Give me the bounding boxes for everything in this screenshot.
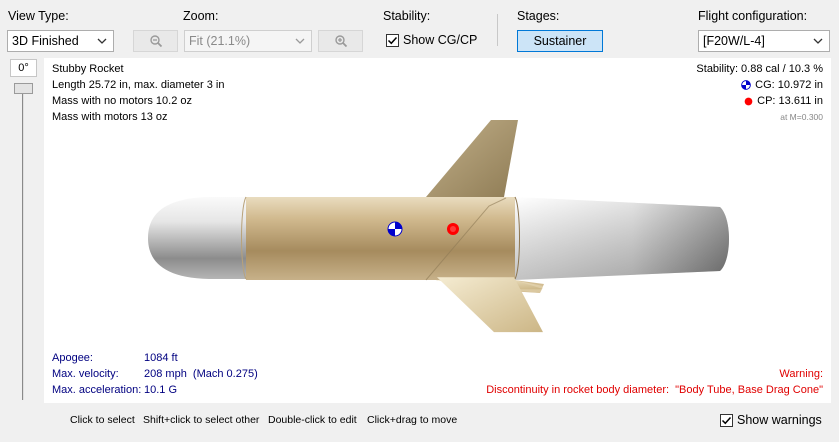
- rocket-body-tube[interactable]: [246, 197, 515, 280]
- apogee-value: 1084 ft: [144, 352, 178, 364]
- cg-value: CG: 10.972 in: [755, 79, 823, 91]
- show-cgcp-label: Show CG/CP: [403, 33, 478, 47]
- checkbox-checked-icon: [386, 33, 399, 47]
- rotation-slider-track[interactable]: [22, 88, 24, 400]
- zoom-in-button[interactable]: [318, 30, 363, 52]
- stages-label: Stages:: [517, 9, 560, 23]
- show-warnings-checkbox[interactable]: Show warnings: [720, 413, 822, 427]
- stage-sustainer-button[interactable]: Sustainer: [517, 30, 603, 52]
- rocket-view-canvas[interactable]: Stubby Rocket Length 25.72 in, max. diam…: [44, 58, 831, 403]
- max-accel-label: Max. acceleration:: [52, 384, 142, 396]
- hint-double-click: Double-click to edit: [268, 414, 357, 426]
- chevron-down-icon: [812, 31, 824, 51]
- rocket-fin-top[interactable]: [426, 120, 518, 197]
- max-velocity-value: 208 mph (Mach 0.275): [144, 368, 258, 380]
- view-type-select[interactable]: 3D Finished: [7, 30, 114, 52]
- stability-label: Stability:: [383, 9, 431, 23]
- max-accel-value: 10.1 G: [144, 384, 178, 396]
- cg-marker-icon[interactable]: [387, 221, 403, 237]
- flight-config-label: Flight configuration:: [698, 9, 808, 23]
- warning-message: Discontinuity in rocket body diameter: "…: [486, 384, 823, 396]
- cg-legend-icon: [741, 80, 751, 90]
- show-warnings-label: Show warnings: [737, 413, 822, 427]
- rotation-angle-field[interactable]: 0°: [10, 59, 37, 77]
- rocket-name: Stubby Rocket: [52, 63, 124, 75]
- chevron-down-icon: [96, 31, 108, 51]
- rocket-length: Length 25.72 in, max. diameter 3 in: [52, 79, 225, 91]
- rotation-slider-thumb[interactable]: [14, 83, 33, 94]
- view-type-value: 3D Finished: [12, 34, 79, 48]
- flight-config-select[interactable]: [F20W/L-4]: [698, 30, 830, 52]
- stage-sustainer-label: Sustainer: [533, 34, 587, 48]
- cp-value: CP: 13.611 in: [757, 95, 823, 107]
- cp-marker-icon[interactable]: [446, 222, 460, 236]
- toolbar-divider: [497, 14, 498, 46]
- rocket-nose-cone[interactable]: [148, 197, 246, 279]
- warning-title: Warning:: [779, 368, 823, 380]
- zoom-label: Zoom:: [183, 9, 219, 23]
- checkbox-checked-icon: [720, 413, 733, 427]
- zoom-out-icon: [149, 35, 162, 48]
- rocket-mass-no-motors: Mass with no motors 10.2 oz: [52, 95, 193, 107]
- apogee-label: Apogee:: [52, 352, 93, 364]
- warning-panel: Warning: Discontinuity in rocket body di…: [486, 366, 823, 398]
- flight-config-value: [F20W/L-4]: [703, 34, 765, 48]
- rocket-mass-with-motors: Mass with motors 13 oz: [52, 111, 168, 123]
- max-velocity-label: Max. velocity:: [52, 368, 119, 380]
- chevron-down-icon: [294, 31, 306, 51]
- flight-data: Apogee: 1084 ft Max. velocity: 208 mph (Ma…: [52, 350, 258, 398]
- hint-click-select: Click to select: [70, 414, 135, 426]
- zoom-value: Fit (21.1%): [189, 34, 251, 48]
- zoom-out-button[interactable]: [133, 30, 178, 52]
- hint-shift-click: Shift+click to select other: [143, 414, 260, 426]
- view-type-label: View Type:: [8, 9, 69, 23]
- hint-click-drag: Click+drag to move: [367, 414, 458, 426]
- mach-note: at M=0.300: [780, 112, 823, 122]
- cp-legend-icon: [744, 97, 753, 105]
- zoom-select[interactable]: Fit (21.1%): [184, 30, 312, 52]
- stability-value: Stability: 0.88 cal / 10.3 %: [696, 63, 823, 75]
- show-cgcp-checkbox[interactable]: Show CG/CP: [386, 33, 477, 47]
- zoom-in-icon: [334, 35, 347, 48]
